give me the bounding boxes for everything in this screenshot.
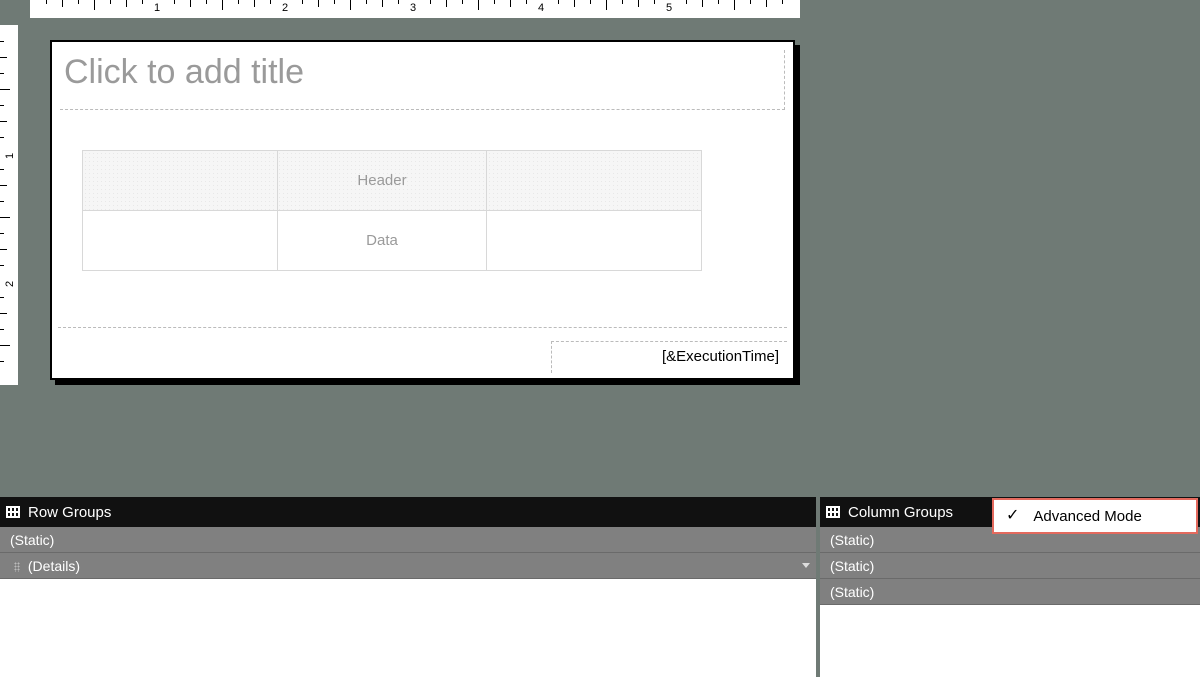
column-group-label: (Static): [830, 558, 874, 574]
advanced-mode-menu[interactable]: ✓ Advanced Mode: [992, 498, 1198, 534]
report-title-placeholder[interactable]: Click to add title: [60, 50, 785, 110]
row-groups-title: Row Groups: [28, 504, 111, 521]
row-group-item[interactable]: (Static): [0, 527, 816, 553]
tablix-header-row[interactable]: Header: [83, 151, 702, 211]
column-groups-title: Column Groups: [848, 504, 953, 521]
tablix-data-cell[interactable]: [487, 211, 702, 271]
vertical-ruler[interactable]: 1 2: [0, 25, 18, 385]
row-groups-list: (Static) (Details): [0, 527, 816, 677]
column-groups-list: (Static) (Static) (Static): [820, 527, 1200, 677]
tablix[interactable]: Header Data: [82, 150, 702, 271]
horizontal-ruler[interactable]: 1 2 3 4 5: [30, 0, 800, 18]
column-group-item[interactable]: (Static): [820, 579, 1200, 605]
grid-icon: [826, 506, 840, 518]
tablix-data-cell[interactable]: [83, 211, 278, 271]
execution-time-textbox[interactable]: [&ExecutionTime]: [551, 341, 787, 373]
grouping-pane: Row Groups (Static) (Details) Column Gro…: [0, 497, 1200, 677]
ruler-v-label: 1: [4, 153, 16, 159]
body-footer-separator: [58, 327, 787, 328]
tablix-header-cell[interactable]: [487, 151, 702, 211]
row-groups-header[interactable]: Row Groups: [0, 497, 816, 527]
tablix-data-cell[interactable]: Data: [277, 211, 487, 271]
chevron-down-icon[interactable]: [802, 563, 810, 568]
row-group-label: (Details): [28, 558, 80, 574]
ruler-v-label: 2: [4, 281, 16, 287]
column-group-item[interactable]: (Static): [820, 553, 1200, 579]
checkmark-icon: ✓: [1006, 508, 1019, 524]
column-group-label: (Static): [830, 532, 874, 548]
grid-icon: [6, 506, 20, 518]
row-groups-panel: Row Groups (Static) (Details): [0, 497, 820, 677]
column-groups-panel: Column Groups (Static) (Static) (Static)…: [820, 497, 1200, 677]
row-group-item[interactable]: (Details): [0, 553, 816, 579]
report-design-surface[interactable]: Click to add title Header Data [&Executi…: [50, 40, 795, 380]
advanced-mode-label: Advanced Mode: [1033, 508, 1141, 525]
tablix-data-row[interactable]: Data: [83, 211, 702, 271]
tablix-header-cell[interactable]: [83, 151, 278, 211]
column-group-label: (Static): [830, 584, 874, 600]
row-group-label: (Static): [10, 532, 54, 548]
drag-handle-icon: [14, 562, 20, 572]
tablix-header-cell[interactable]: Header: [277, 151, 487, 211]
